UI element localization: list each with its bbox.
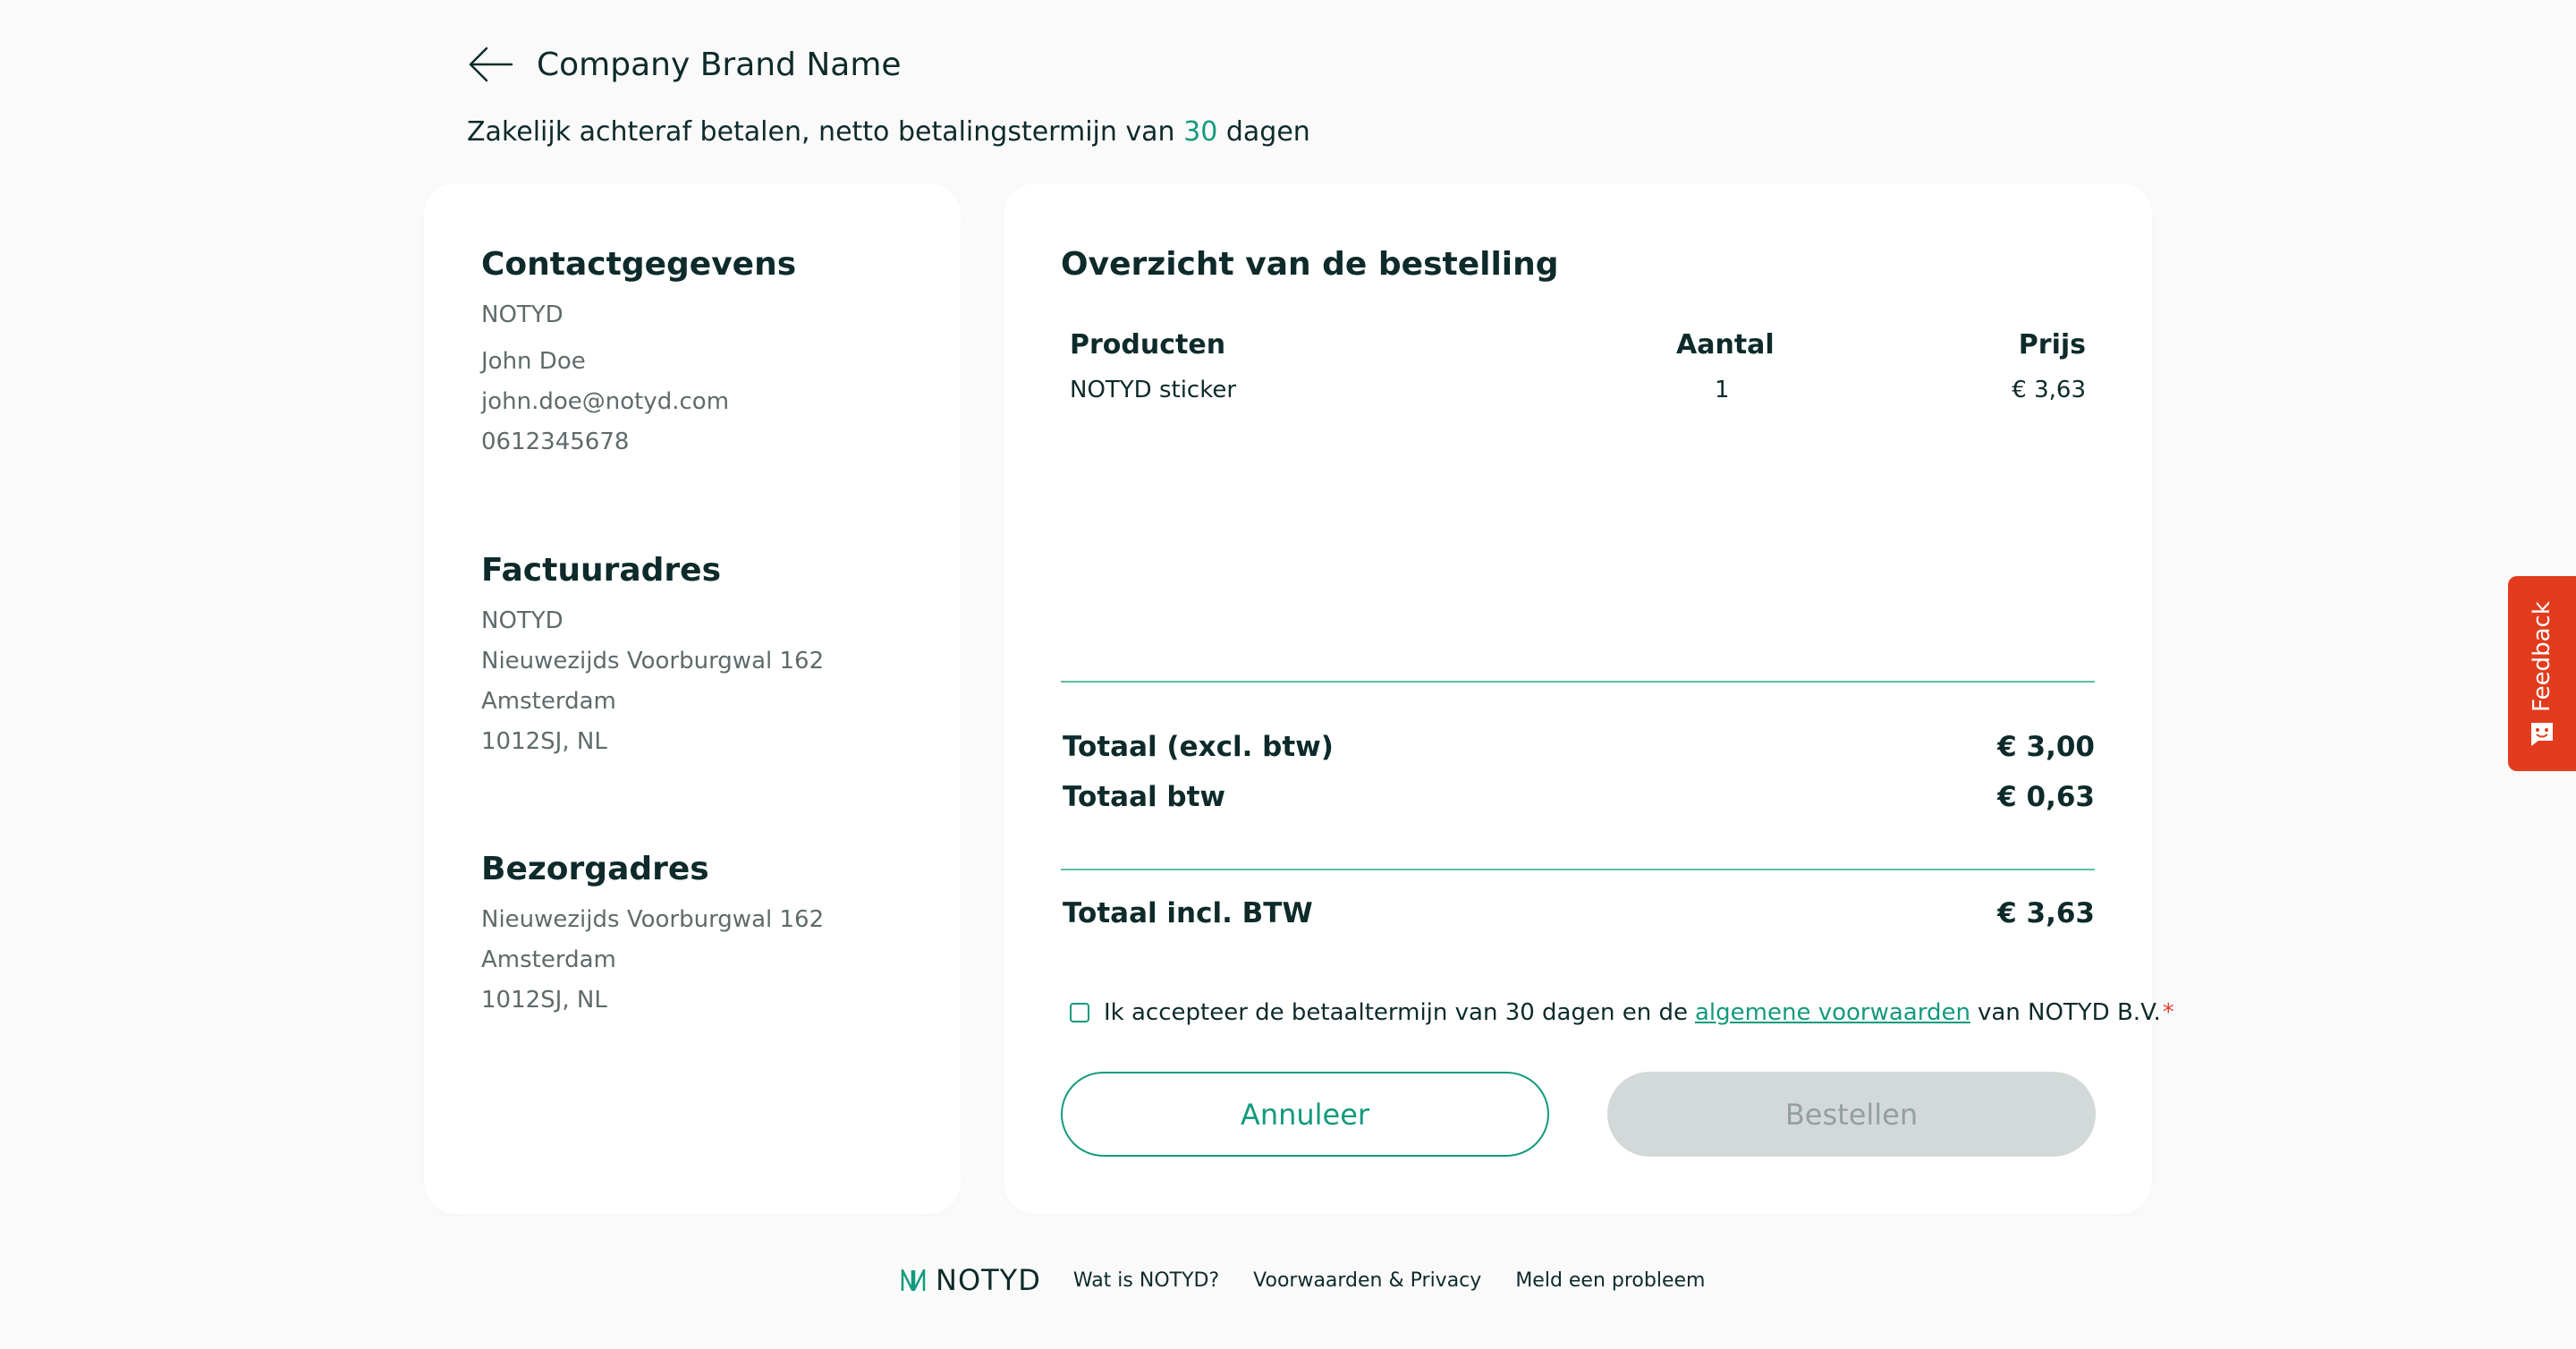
- header: Company Brand Name: [465, 39, 902, 89]
- terms-suffix: van NOTYD B.V.: [1977, 999, 2161, 1026]
- billing-street: Nieuwezijds Voorburgwal 162: [481, 648, 825, 674]
- order-button[interactable]: Bestellen: [1607, 1072, 2096, 1157]
- cancel-button[interactable]: Annuleer: [1061, 1072, 1549, 1157]
- terms-checkbox[interactable]: [1070, 1003, 1089, 1022]
- order-title: Overzicht van de bestelling: [1061, 246, 1559, 283]
- required-marker: *: [2162, 999, 2174, 1026]
- contact-company: NOTYD: [481, 301, 564, 328]
- order-item-price: € 3,63: [2012, 377, 2086, 403]
- total-incl-label: Totaal incl. BTW: [1063, 897, 1313, 929]
- billing-city: Amsterdam: [481, 688, 616, 715]
- total-excl-label: Totaal (excl. btw): [1063, 731, 1334, 763]
- subtitle-suffix: dagen: [1225, 116, 1310, 148]
- subtitle-days: 30: [1183, 116, 1218, 148]
- delivery-street: Nieuwezijds Voorburgwal 162: [481, 906, 825, 933]
- order-item-quantity: 1: [1715, 377, 1730, 403]
- column-header-quantity: Aantal: [1676, 329, 1775, 361]
- total-vat-label: Totaal btw: [1063, 781, 1226, 813]
- total-excl-value: € 3,00: [1997, 731, 2095, 763]
- back-arrow-icon[interactable]: [465, 39, 515, 89]
- billing-postal: 1012SJ, NL: [481, 728, 607, 755]
- total-vat-value: € 0,63: [1997, 781, 2095, 813]
- footer-link-about[interactable]: Wat is NOTYD?: [1073, 1269, 1219, 1292]
- terms-acceptance: Ik accepteer de betaaltermijn van 30 dag…: [1070, 999, 2174, 1026]
- customer-details-card: Contactgegevens NOTYD John Doe john.doe@…: [424, 183, 961, 1214]
- order-item-product: NOTYD sticker: [1070, 377, 1237, 403]
- smiley-chat-icon: [2531, 723, 2553, 746]
- subtitle-prefix: Zakelijk achteraf betalen, netto betalin…: [467, 116, 1175, 148]
- payment-terms-subtitle: Zakelijk achteraf betalen, netto betalin…: [467, 116, 1310, 148]
- order-summary-card: Overzicht van de bestelling Producten Aa…: [1004, 183, 2174, 1214]
- footer-logo-text: NOTYD: [936, 1263, 1041, 1297]
- footer-link-terms[interactable]: Voorwaarden & Privacy: [1253, 1269, 1481, 1292]
- contact-title: Contactgegevens: [481, 246, 797, 283]
- delivery-postal: 1012SJ, NL: [481, 987, 607, 1014]
- totals-divider-top: [1061, 681, 2095, 683]
- totals-divider-bottom: [1061, 869, 2095, 870]
- notyd-logo-icon: [901, 1268, 926, 1292]
- total-incl-value: € 3,63: [1997, 897, 2095, 929]
- footer: NOTYD Wat is NOTYD? Voorwaarden & Privac…: [900, 1263, 1739, 1297]
- billing-title: Factuuradres: [481, 552, 721, 589]
- feedback-label: Feedback: [2529, 601, 2555, 712]
- contact-name: John Doe: [481, 348, 586, 375]
- delivery-title: Bezorgadres: [481, 851, 709, 887]
- brand-name: Company Brand Name: [537, 46, 902, 83]
- delivery-city: Amsterdam: [481, 946, 616, 973]
- terms-prefix: Ik accepteer de betaaltermijn van 30 dag…: [1104, 999, 1688, 1026]
- feedback-tab[interactable]: Feedback: [2508, 576, 2576, 771]
- contact-email: john.doe@notyd.com: [481, 388, 730, 415]
- column-header-product: Producten: [1070, 329, 1226, 361]
- terms-conditions-link[interactable]: algemene voorwaarden: [1695, 999, 1970, 1026]
- footer-link-report[interactable]: Meld een probleem: [1515, 1269, 1705, 1292]
- column-header-price: Prijs: [2018, 329, 2086, 361]
- contact-phone: 0612345678: [481, 428, 630, 455]
- footer-logo[interactable]: NOTYD: [900, 1263, 1041, 1297]
- billing-company: NOTYD: [481, 607, 564, 634]
